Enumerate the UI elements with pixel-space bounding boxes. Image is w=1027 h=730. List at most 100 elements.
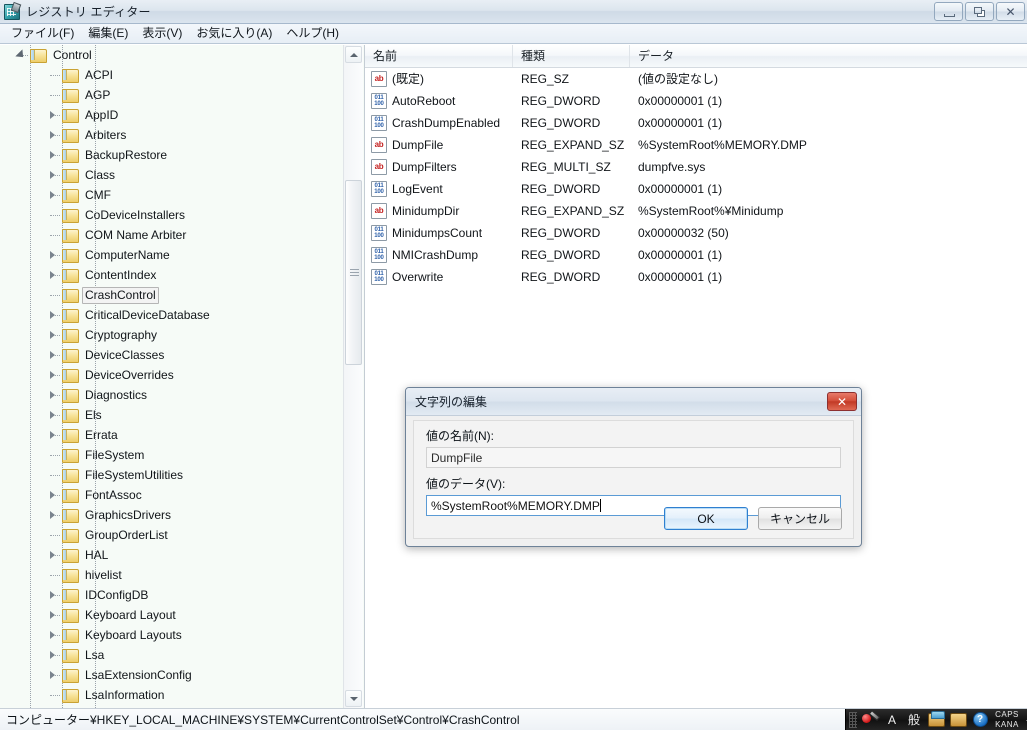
scroll-down-button[interactable] [345, 690, 362, 707]
expand-arrow-icon[interactable] [46, 605, 62, 625]
close-button[interactable]: ✕ [996, 2, 1025, 21]
tree-node-deviceclasses[interactable]: DeviceClasses [0, 345, 342, 365]
expand-arrow-icon[interactable] [46, 505, 62, 525]
column-header-type[interactable]: 種類 [513, 45, 630, 67]
value-row[interactable]: AutoReboot REG_DWORD 0x00000001 (1) [365, 90, 1027, 112]
ime-conversion-mode-button[interactable]: 般 [903, 710, 925, 730]
value-row[interactable]: MinidumpsCount REG_DWORD 0x00000032 (50) [365, 222, 1027, 244]
restore-button[interactable] [965, 2, 994, 21]
menu-view[interactable]: 表示(V) [135, 24, 189, 43]
expand-arrow-icon[interactable] [46, 545, 62, 565]
column-header-data[interactable]: データ [630, 45, 1027, 67]
expand-arrow-icon[interactable] [46, 245, 62, 265]
value-row[interactable]: DumpFilters REG_MULTI_SZ dumpfve.sys [365, 156, 1027, 178]
expand-arrow-icon[interactable] [46, 665, 62, 685]
value-row[interactable]: (既定) REG_SZ (値の設定なし) [365, 68, 1027, 90]
menu-edit[interactable]: 編集(E) [81, 24, 135, 43]
tree-node-grouporderlist[interactable]: GroupOrderList [0, 525, 342, 545]
tree-node-control[interactable]: Control [0, 45, 342, 65]
tree-node-lsa[interactable]: Lsa [0, 645, 342, 665]
menu-file[interactable]: ファイル(F) [4, 24, 81, 43]
tree-node-fontassoc[interactable]: FontAssoc [0, 485, 342, 505]
ime-pad-button[interactable] [925, 710, 947, 730]
tree-node-com-name-arbiter[interactable]: COM Name Arbiter [0, 225, 342, 245]
value-name-input[interactable]: DumpFile [426, 447, 841, 468]
tree-node-hal[interactable]: HAL [0, 545, 342, 565]
expand-arrow-icon[interactable] [46, 305, 62, 325]
expand-arrow-icon[interactable] [46, 105, 62, 125]
kana-indicator: KANA [995, 719, 1019, 729]
scroll-up-button[interactable] [345, 46, 362, 63]
expand-arrow-icon[interactable] [46, 265, 62, 285]
folder-icon [62, 328, 79, 343]
expand-arrow-icon[interactable] [46, 485, 62, 505]
tree-node-contentindex[interactable]: ContentIndex [0, 265, 342, 285]
value-row[interactable]: NMICrashDump REG_DWORD 0x00000001 (1) [365, 244, 1027, 266]
ime-tools-button[interactable] [947, 710, 969, 730]
tree-node-acpi[interactable]: ACPI [0, 65, 342, 85]
dialog-close-button[interactable]: ✕ [827, 392, 857, 411]
tree-node-deviceoverrides[interactable]: DeviceOverrides [0, 365, 342, 385]
value-name-cell: MinidumpsCount [365, 225, 513, 241]
tree-node-els[interactable]: Els [0, 405, 342, 425]
tree-node-label: AGP [85, 87, 111, 102]
tree-node-keyboard-layouts[interactable]: Keyboard Layouts [0, 625, 342, 645]
scrollbar-thumb[interactable] [345, 180, 362, 365]
cancel-button[interactable]: キャンセル [758, 507, 842, 530]
tree-node-idconfigdb[interactable]: IDConfigDB [0, 585, 342, 605]
registry-tree[interactable]: Control ACPI AGP AppID Arbiters BackupRestore… [0, 45, 342, 708]
drag-grip-icon[interactable] [849, 711, 857, 728]
tree-node-cryptography[interactable]: Cryptography [0, 325, 342, 345]
expand-arrow-icon[interactable] [46, 365, 62, 385]
tree-node-appid[interactable]: AppID [0, 105, 342, 125]
expand-arrow-icon[interactable] [46, 325, 62, 345]
ok-button[interactable]: OK [664, 507, 748, 530]
value-row[interactable]: CrashDumpEnabled REG_DWORD 0x00000001 (1) [365, 112, 1027, 134]
tree-node-arbiters[interactable]: Arbiters [0, 125, 342, 145]
close-icon: ✕ [1005, 4, 1016, 19]
expand-arrow-icon[interactable] [46, 185, 62, 205]
expand-arrow-icon[interactable] [46, 165, 62, 185]
tree-node-filesystem[interactable]: FileSystem [0, 445, 342, 465]
expand-arrow-icon[interactable] [46, 425, 62, 445]
expand-arrow-icon[interactable] [46, 645, 62, 665]
expand-arrow-icon[interactable] [46, 145, 62, 165]
expand-arrow-icon[interactable] [46, 385, 62, 405]
tree-node-computername[interactable]: ComputerName [0, 245, 342, 265]
ime-help-button[interactable]: ? [969, 710, 991, 730]
expand-arrow-icon[interactable] [46, 585, 62, 605]
tree-node-lsaextensionconfig[interactable]: LsaExtensionConfig [0, 665, 342, 685]
value-row[interactable]: DumpFile REG_EXPAND_SZ %SystemRoot%MEMORY.… [365, 134, 1027, 156]
tree-node-agp[interactable]: AGP [0, 85, 342, 105]
ime-input-mode-button[interactable]: A [881, 710, 903, 730]
expand-arrow-icon[interactable] [46, 405, 62, 425]
expand-arrow-icon[interactable] [46, 125, 62, 145]
column-header-name[interactable]: 名前 [365, 45, 513, 67]
tree-node-crashcontrol[interactable]: CrashControl [0, 285, 342, 305]
menu-favorites[interactable]: お気に入り(A) [189, 24, 279, 43]
menu-help[interactable]: ヘルプ(H) [279, 24, 346, 43]
expand-arrow-icon[interactable] [46, 345, 62, 365]
value-row[interactable]: Overwrite REG_DWORD 0x00000001 (1) [365, 266, 1027, 288]
ime-pen-button[interactable] [859, 710, 881, 730]
minimize-button[interactable] [934, 2, 963, 21]
tree-node-errata[interactable]: Errata [0, 425, 342, 445]
tree-node-keyboard-layout[interactable]: Keyboard Layout [0, 605, 342, 625]
tree-node-backuprestore[interactable]: BackupRestore [0, 145, 342, 165]
tree-vertical-scrollbar[interactable] [343, 45, 363, 708]
tree-node-criticaldevicedatabase[interactable]: CriticalDeviceDatabase [0, 305, 342, 325]
value-row[interactable]: LogEvent REG_DWORD 0x00000001 (1) [365, 178, 1027, 200]
collapse-arrow-icon[interactable] [14, 45, 30, 65]
tree-node-diagnostics[interactable]: Diagnostics [0, 385, 342, 405]
tree-node-lsainformation[interactable]: LsaInformation [0, 685, 342, 705]
folder-icon [62, 588, 79, 603]
tree-node-codeviceinstallers[interactable]: CoDeviceInstallers [0, 205, 342, 225]
tree-node-graphicsdrivers[interactable]: GraphicsDrivers [0, 505, 342, 525]
ime-language-bar[interactable]: A 般 ? CAPS KANA [845, 709, 1027, 730]
tree-node-cmf[interactable]: CMF [0, 185, 342, 205]
value-row[interactable]: MinidumpDir REG_EXPAND_SZ %SystemRoot%¥Min… [365, 200, 1027, 222]
tree-node-class[interactable]: Class [0, 165, 342, 185]
tree-node-hivelist[interactable]: hivelist [0, 565, 342, 585]
tree-node-filesystemutilities[interactable]: FileSystemUtilities [0, 465, 342, 485]
expand-arrow-icon[interactable] [46, 625, 62, 645]
